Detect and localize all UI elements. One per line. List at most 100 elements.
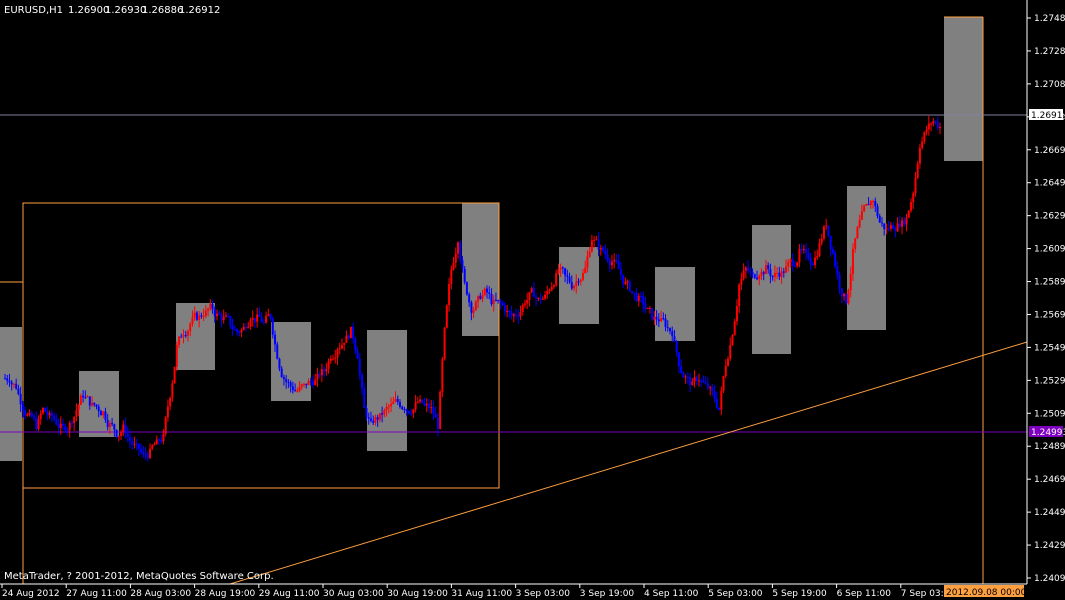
candle-body: [381, 413, 384, 415]
candle-body: [827, 225, 830, 236]
candle-body: [171, 383, 174, 398]
candle-body: [137, 443, 140, 449]
candle-body: [48, 413, 51, 416]
range-box[interactable]: [79, 371, 119, 437]
candle-body: [876, 206, 879, 217]
candle-body: [39, 413, 42, 419]
candle-body: [251, 317, 254, 320]
candle-body: [709, 387, 712, 389]
candle-body: [713, 391, 716, 399]
candle-body: [291, 386, 294, 391]
candle-body: [224, 315, 227, 317]
candle-body: [909, 202, 912, 211]
candle-body: [215, 313, 218, 317]
candle-body: [903, 220, 906, 225]
candle-body: [894, 229, 897, 232]
candle-body: [149, 448, 152, 458]
candle-body: [905, 217, 908, 225]
candle-body: [695, 377, 698, 382]
candle-body: [885, 228, 888, 230]
candle-body: [44, 408, 47, 412]
candle-body: [789, 259, 792, 262]
candle-body: [532, 288, 535, 297]
candle-body: [883, 223, 886, 230]
candle-body: [35, 418, 38, 430]
range-box[interactable]: [367, 330, 407, 451]
candle-body: [834, 253, 837, 267]
candle-body: [231, 326, 234, 330]
candle-body: [501, 302, 504, 305]
candle-body: [546, 290, 549, 295]
candle-body: [95, 404, 98, 407]
candle-body: [921, 141, 924, 148]
candle-body: [343, 342, 346, 345]
candle-body: [718, 407, 721, 410]
candle-body: [820, 238, 823, 244]
candle-body: [872, 201, 875, 203]
candle-body: [204, 310, 207, 317]
candle-body: [309, 381, 312, 383]
candle-body: [606, 254, 609, 260]
candle-body: [822, 226, 825, 239]
candle-body: [521, 305, 524, 313]
candle-body: [427, 403, 430, 409]
candle-body: [46, 411, 49, 416]
candle-body: [124, 424, 127, 434]
candle-body: [189, 323, 192, 332]
price-tick-label: 1.25290: [1034, 376, 1065, 386]
candle-body: [443, 327, 446, 360]
candle-body: [332, 358, 335, 360]
candle-body: [782, 271, 785, 273]
candle-body: [720, 390, 723, 410]
candle-body: [300, 384, 303, 387]
candle-body: [195, 312, 198, 320]
candle-body: [256, 314, 259, 322]
candle-body: [849, 273, 852, 290]
candle-body: [660, 318, 663, 322]
candle-body: [401, 406, 404, 410]
price-tick-label: 1.26490: [1034, 179, 1065, 189]
candle-body: [140, 448, 143, 452]
candle-body: [595, 239, 598, 241]
candle-body: [354, 338, 357, 351]
candle-body: [854, 238, 857, 249]
range-box[interactable]: [944, 17, 983, 161]
candle-body: [162, 433, 165, 442]
candle-body: [483, 288, 486, 295]
candle-body: [8, 380, 11, 383]
candle-body: [77, 404, 80, 410]
candle-body: [825, 225, 828, 227]
candle-body: [776, 272, 779, 274]
candle-body: [227, 315, 230, 317]
candle-body: [314, 379, 317, 385]
price-tick-label: 1.27085: [1034, 80, 1065, 90]
range-box[interactable]: [655, 267, 695, 341]
price-tick-label: 1.26090: [1034, 245, 1065, 255]
candle-body: [780, 271, 783, 277]
candle-body: [686, 376, 689, 378]
candle-body: [461, 260, 464, 269]
candle-body: [539, 297, 542, 300]
candle-body: [258, 314, 261, 317]
candle-body: [430, 407, 433, 409]
candle-body: [579, 279, 582, 282]
range-box[interactable]: [462, 203, 499, 336]
price-chart[interactable]: EURUSD,H1 1.26900 1.26930 1.26886 1.2691…: [0, 0, 1065, 600]
candle-body: [128, 437, 131, 442]
candle-body: [260, 316, 263, 323]
candle-body: [544, 294, 547, 299]
candle-body: [4, 378, 6, 380]
candle-body: [356, 350, 359, 359]
candle-body: [593, 239, 596, 241]
candle-body: [238, 331, 241, 333]
candle-body: [662, 318, 665, 320]
candle-body: [477, 295, 480, 302]
candle-body: [407, 411, 410, 414]
candle-body: [811, 263, 814, 265]
range-box[interactable]: [752, 225, 791, 354]
range-box[interactable]: [559, 247, 599, 324]
candle-body: [798, 248, 801, 263]
candle-body: [233, 329, 236, 331]
time-tick-label: 5 Sep 03:00: [708, 589, 763, 599]
candle-body: [242, 326, 245, 330]
